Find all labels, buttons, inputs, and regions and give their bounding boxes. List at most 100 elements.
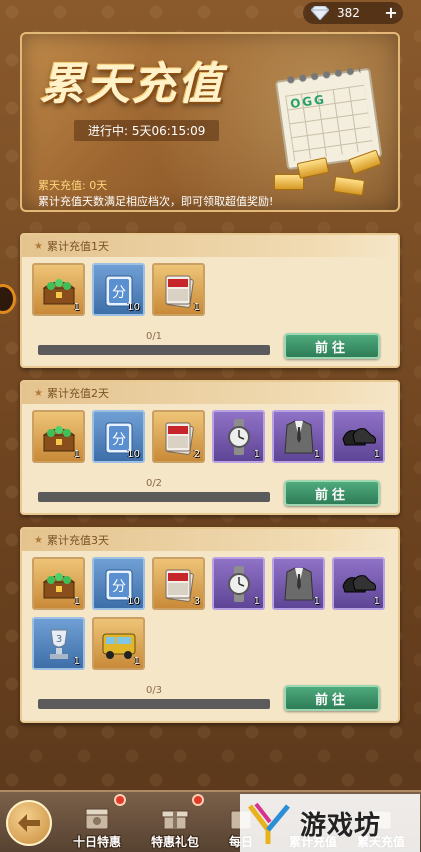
banner-title: 累天充值 [40, 59, 224, 110]
shoes-icon [341, 427, 376, 445]
reward-item-suit[interactable]: 1 [272, 410, 325, 463]
item-count: 10 [127, 596, 140, 607]
tier-title: 累计充值3天 [46, 534, 109, 547]
tier-header: ★ 累计充值3天 [22, 529, 398, 551]
tier-header: ★ 累计充值1天 [22, 235, 398, 257]
star-icon: ★ [34, 387, 43, 399]
item-count: 1 [373, 596, 380, 607]
suit-icon [283, 566, 314, 600]
tier-title: 累计充值1天 [46, 240, 109, 253]
svg-text:分: 分 [112, 579, 126, 595]
reward-items: 1 分 10 2 1 1 1 [32, 410, 392, 463]
trophy-icon: 3 [49, 629, 68, 659]
reward-item-treasure-chest[interactable]: 1 [32, 557, 85, 610]
treasure-chest-icon [42, 425, 75, 451]
red-card-pack-icon [165, 275, 194, 308]
reward-item-watch[interactable]: 1 [212, 410, 265, 463]
item-count: 1 [313, 449, 320, 460]
reward-item-watch[interactable]: 1 [212, 557, 265, 610]
reward-item-red-card-pack[interactable]: 2 [152, 410, 205, 463]
banner-description: 累计充值天数满足相应档次，即可领取超值奖励! [38, 195, 274, 208]
reward-item-trophy[interactable]: 31 [32, 617, 85, 670]
suit-icon [283, 419, 314, 453]
back-arrow-icon [18, 814, 40, 832]
item-count: 1 [253, 596, 260, 607]
watermark-text: 游戏坊 [300, 810, 382, 841]
reward-item-red-card-pack[interactable]: 3 [152, 557, 205, 610]
reward-items: 1 分 10 1 [32, 263, 392, 316]
red-card-pack-icon [165, 422, 194, 455]
go-button[interactable]: 前往 [284, 480, 380, 506]
tier-progress-bar: 0/1 [38, 331, 270, 355]
tier-progress-bar: 0/3 [38, 685, 270, 709]
star-icon: ★ [34, 534, 43, 546]
reward-items: 1 分 10 3 1 1 1 3 1 1 [32, 557, 392, 670]
tier-header: ★ 累计充值2天 [22, 382, 398, 404]
item-count: 1 [73, 302, 80, 313]
item-count: 3 [193, 596, 200, 607]
item-count: 1 [253, 449, 260, 460]
tab-special-pack[interactable]: 特惠礼包 [144, 794, 206, 850]
reward-tier-card: ★ 累计充值3天 1 分 10 3 1 1 1 3 1 1 0/3 前往 [20, 527, 400, 723]
gold-bars-icon [264, 149, 384, 202]
tier-progress-text: 0/3 [145, 685, 163, 696]
diamond-count: 382 [337, 6, 360, 20]
reward-item-shoes[interactable]: 1 [332, 410, 385, 463]
watch-icon [227, 565, 250, 602]
recharge-days-progress: 累天充值: 0天 [38, 179, 108, 192]
item-count: 1 [73, 656, 80, 667]
tier-title: 累计充值2天 [46, 387, 109, 400]
item-count: 2 [193, 449, 200, 460]
reward-item-score-card[interactable]: 分 10 [92, 263, 145, 316]
item-count: 1 [313, 596, 320, 607]
site-watermark: 游戏坊 [240, 794, 420, 852]
special-pack-icon [161, 810, 189, 830]
reward-item-shoes[interactable]: 1 [332, 557, 385, 610]
notification-dot [192, 794, 204, 806]
back-button[interactable] [6, 800, 52, 846]
go-button[interactable]: 前往 [284, 685, 380, 711]
side-orb-icon[interactable] [0, 284, 16, 314]
tab-label: 特惠礼包 [150, 835, 199, 849]
item-count: 10 [127, 449, 140, 460]
item-count: 1 [373, 449, 380, 460]
reward-item-van[interactable]: 1 [92, 617, 145, 670]
svg-text:分: 分 [112, 285, 126, 301]
diamond-currency: 382 + [303, 2, 403, 24]
reward-tier-card: ★ 累计充值2天 1 分 10 2 1 1 1 0/2 前往 [20, 380, 400, 515]
item-count: 1 [133, 656, 140, 667]
reward-item-suit[interactable]: 1 [272, 557, 325, 610]
item-count: 10 [127, 302, 140, 313]
diamond-icon [311, 6, 329, 20]
van-icon [102, 633, 135, 659]
ten-day-deal-icon [85, 808, 109, 830]
event-timer: 进行中: 5天06:15:09 [74, 120, 220, 141]
star-icon: ★ [34, 240, 43, 252]
watermark-logo-icon [248, 802, 290, 844]
tier-progress-text: 0/2 [145, 478, 163, 489]
event-banner: 累天充值 进行中: 5天06:15:09 OGG 累天充值: 0天 累计充值天数… [20, 32, 400, 212]
reward-item-treasure-chest[interactable]: 1 [32, 263, 85, 316]
shoes-icon [341, 574, 376, 592]
item-count: 1 [73, 449, 80, 460]
treasure-chest-icon [42, 278, 75, 304]
watch-icon [227, 418, 250, 455]
reward-tier-card: ★ 累计充值1天 1 分 10 1 0/1 前往 [20, 233, 400, 368]
item-count: 1 [73, 596, 80, 607]
tier-progress-bar: 0/2 [38, 478, 270, 502]
go-button[interactable]: 前往 [284, 333, 380, 359]
red-card-pack-icon [165, 569, 194, 602]
svg-text:3: 3 [55, 634, 61, 645]
tab-ten-day-deal[interactable]: 十日特惠 [66, 794, 128, 850]
reward-item-score-card[interactable]: 分 10 [92, 410, 145, 463]
reward-item-score-card[interactable]: 分 10 [92, 557, 145, 610]
notification-dot [114, 794, 126, 806]
svg-text:分: 分 [112, 432, 126, 448]
treasure-chest-icon [42, 572, 75, 598]
reward-item-red-card-pack[interactable]: 1 [152, 263, 205, 316]
add-diamond-button[interactable]: + [382, 4, 400, 22]
reward-item-treasure-chest[interactable]: 1 [32, 410, 85, 463]
tier-progress-text: 0/1 [145, 331, 163, 342]
tab-label: 十日特惠 [72, 835, 121, 849]
item-count: 1 [193, 302, 200, 313]
